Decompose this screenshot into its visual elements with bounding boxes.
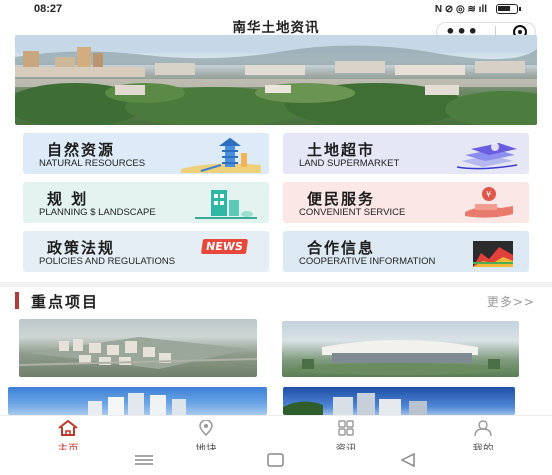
card-subtitle: PLANNING $ LANDSCAPE (39, 207, 156, 218)
home-square-icon (267, 453, 284, 467)
city-panorama (15, 35, 537, 125)
project-image-4[interactable] (283, 387, 515, 415)
card-natural-resources[interactable]: 自然资源 NATURAL RESOURCES (23, 133, 269, 174)
project-render-4 (283, 393, 427, 415)
status-icons: N ⊘ ◎ ≋ ıll (434, 3, 521, 15)
section-title: 重点项目 (31, 293, 100, 311)
coin-hand-icon: ¥ (465, 187, 513, 218)
card-land-supermarket[interactable]: 土地超市 LAND SUPERMARKET (283, 133, 529, 174)
card-title: 合作信息 (307, 239, 376, 257)
card-stack-icon (456, 143, 518, 170)
card-title: 规 划 (47, 190, 89, 208)
project-image-1[interactable] (19, 319, 257, 377)
status-icon-text: N ⊘ ◎ ≋ ıll (434, 3, 487, 15)
section-header: 重点项目 更多>> (15, 291, 537, 311)
card-subtitle: LAND SUPERMARKET (299, 158, 400, 169)
menu-icon (135, 455, 153, 465)
project-render-1 (19, 337, 257, 369)
project-render-2 (290, 340, 510, 375)
system-nav-bar (0, 450, 552, 475)
user-icon (474, 420, 492, 437)
card-title: 土地超市 (307, 141, 376, 159)
card-planning[interactable]: 规 划 PLANNING $ LANDSCAPE (23, 182, 269, 223)
card-title: 便民服务 (307, 190, 376, 208)
grid-icon (338, 420, 354, 436)
card-subtitle: CONVENIENT SERVICE (299, 207, 406, 218)
section-accent-bar (15, 292, 19, 309)
card-title: 政策法规 (47, 239, 116, 257)
app-screen: 08:27 N ⊘ ◎ ≋ ıll 南华土地资讯 ••• 自然资源 NATURA… (0, 0, 552, 475)
chart-icon (473, 241, 513, 267)
svg-text:¥: ¥ (486, 190, 491, 199)
banner-image[interactable] (15, 35, 537, 125)
location-pin-icon (199, 419, 213, 437)
card-title: 自然资源 (47, 141, 116, 159)
card-cooperative[interactable]: 合作信息 COOPERATIVE INFORMATION (283, 231, 529, 272)
card-subtitle: COOPERATIVE INFORMATION (299, 256, 436, 267)
back-triangle-icon (400, 452, 415, 468)
project-render-3 (88, 393, 186, 415)
card-convenient-service[interactable]: 便民服务 CONVENIENT SERVICE ¥ (283, 182, 529, 223)
card-subtitle: NATURAL RESOURCES (39, 158, 146, 169)
card-subtitle: POLICIES AND REGULATIONS (39, 256, 176, 267)
building-icon (195, 190, 257, 219)
section-divider (0, 282, 552, 287)
news-badge: NEWS (201, 239, 249, 254)
home-icon (58, 419, 78, 436)
status-time: 08:27 (34, 3, 63, 15)
bottom-tab-bar: 主页 地块 资讯 我的 (0, 415, 552, 455)
pagoda-icon (181, 137, 261, 173)
system-nav-icons (135, 452, 415, 468)
battery-icon (496, 4, 521, 14)
project-image-2[interactable] (282, 321, 519, 377)
title-bar: 南华土地资讯 ••• (0, 16, 552, 42)
card-policies[interactable]: 政策法规 POLICIES AND REGULATIONS NEWS (23, 231, 269, 272)
more-link[interactable]: 更多>> (487, 293, 535, 310)
project-image-3[interactable] (8, 387, 267, 415)
